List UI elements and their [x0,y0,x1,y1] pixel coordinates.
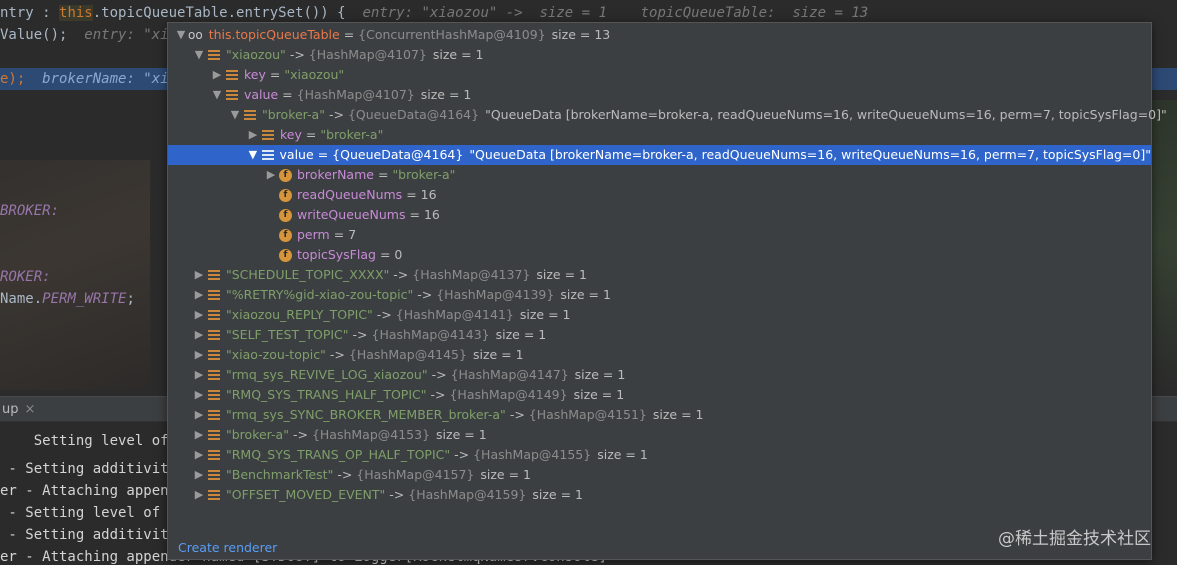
variable-size: size = 13 [551,27,611,42]
field-icon [244,110,256,120]
object-field-icon: f [279,248,292,262]
chevron-right-icon[interactable]: ▶ [192,445,206,465]
field-icon [208,310,220,320]
console-line: er - Attaching append [0,483,178,499]
chevron-right-icon[interactable]: ▶ [192,405,206,425]
chevron-right-icon[interactable]: ▶ [192,265,206,285]
field-icon [208,290,220,300]
object-field-icon: f [279,228,292,242]
field-icon [208,330,220,340]
tree-row-topic[interactable]: ▶ "%RETRY%gid-xiao-zou-topic" -> {HashMap@4… [192,285,611,305]
object-field-icon: f [279,188,292,202]
tree-row-topic[interactable]: ▶ "broker-a" -> {HashMap@4153} size = 1 [192,425,487,445]
tree-row-entry-value[interactable]: ▼ value = {HashMap@4107} size = 1 [210,85,472,105]
chevron-right-icon[interactable]: ▶ [192,325,206,345]
chevron-right-icon[interactable]: ▶ [192,385,206,405]
field-icon [208,450,220,460]
code-line-6: Name.PERM_WRITE; [0,291,135,307]
field-icon [208,350,220,360]
code-line-2: Value(); entry: "xi [0,27,169,43]
field-icon [208,430,220,440]
variable-type: {ConcurrentHashMap@4109} [358,27,546,42]
chevron-right-icon[interactable]: ▶ [264,165,278,185]
chevron-right-icon[interactable]: ▶ [192,345,206,365]
console-line: - Setting additivity [0,527,178,543]
chevron-right-icon[interactable]: ▶ [210,65,224,85]
chevron-down-icon[interactable]: ▼ [210,85,224,105]
field-icon [262,130,274,140]
chevron-down-icon[interactable]: ▼ [246,145,260,165]
chevron-right-icon[interactable]: ▶ [192,425,206,445]
tree-row-root[interactable]: ▼ oo this.topicQueueTable = {ConcurrentH… [174,25,610,45]
field-icon [208,470,220,480]
close-icon[interactable]: × [25,402,36,417]
chevron-down-icon[interactable]: ▼ [228,105,242,125]
chevron-right-icon[interactable]: ▶ [192,465,206,485]
field-icon [208,390,220,400]
tool-window-tab[interactable]: up × [0,397,35,423]
tree-row-inner-entry[interactable]: ▼ "broker-a" -> {QueueData@4164} "QueueD… [228,105,1167,125]
field-icon [208,50,220,60]
tree-row-topic[interactable]: ▶ "xiao-zou-topic" -> {HashMap@4145} size = … [192,345,524,365]
tree-row-topic[interactable]: ▶ "SELF_TEST_TOPIC" -> {HashMap@4143} size =… [192,325,546,345]
code-line-1: ntry : this.topicQueueTable.entrySet()) … [0,5,869,21]
tree-row-entry[interactable]: ▼ "xiaozou" -> {HashMap@4107} size = 1 [192,45,484,65]
chevron-right-icon[interactable]: ▶ [192,285,206,305]
tree-row-topic[interactable]: ▶ "BenchmarkTest" -> {HashMap@4157} size = 1 [192,465,531,485]
field-icon [208,370,220,380]
tree-row-topic[interactable]: ▶ "SCHEDULE_TOPIC_XXXX" -> {HashMap@4137} si… [192,265,587,285]
tree-row-topic[interactable]: ▶ "RMQ_SYS_TRANS_OP_HALF_TOPIC" -> {HashMap… [192,445,648,465]
field-icon [226,70,238,80]
object-field-icon: f [279,208,292,222]
tree-row-field[interactable]: f readQueueNums = 16 [264,185,437,205]
tree-row-field[interactable]: f topicSysFlag = 0 [264,245,402,265]
tree-row-inner-value-selected[interactable]: ▼ value = {QueueData@4164} "QueueData [b… [168,145,1151,165]
tree-row-topic[interactable]: ▶ "RMQ_SYS_TRANS_HALF_TOPIC" -> {HashMap@41… [192,385,624,405]
chevron-right-icon[interactable]: ▶ [192,365,206,385]
tree-row-entry-key[interactable]: ▶ key = "xiaozou" [210,65,344,85]
code-line-4: BROKER: [0,203,60,219]
chevron-down-icon[interactable]: ▼ [174,25,188,45]
field-icon [208,490,220,500]
console-line: - Setting additivity [0,461,178,477]
console-line: - Setting level of l [0,505,178,521]
variable-name: this.topicQueueTable [208,27,340,42]
chevron-right-icon[interactable]: ▶ [246,125,260,145]
chevron-right-icon[interactable]: ▶ [192,485,206,505]
tree-row-field[interactable]: ▶ f brokerName = "broker-a" [264,165,456,185]
debugger-value-popup[interactable]: ▼ oo this.topicQueueTable = {ConcurrentH… [167,22,1167,560]
tree-row-topic[interactable]: ▶ "rmq_sys_REVIVE_LOG_xiaozou" -> {HashMap@… [192,365,626,385]
field-icon [261,150,274,160]
chevron-down-icon[interactable]: ▼ [192,45,206,65]
tree-row-field[interactable]: f writeQueueNums = 16 [264,205,440,225]
object-field-icon: f [279,168,292,182]
code-line-5: ROKER: [0,269,51,285]
console-line: Setting level of l [0,433,186,449]
create-renderer-link[interactable]: Create renderer [178,540,277,555]
field-icon [208,410,220,420]
tree-row-inner-key[interactable]: ▶ key = "broker-a" [246,125,384,145]
tree-row-topic[interactable]: ▶ "rmq_sys_SYNC_BROKER_MEMBER_broker-a" ->… [192,405,704,425]
watermark: @稀土掘金技术社区 [998,529,1151,549]
tree-row-topic[interactable]: ▶ "OFFSET_MOVED_EVENT" -> {HashMap@4159} siz… [192,485,583,505]
field-icon [208,270,220,280]
chevron-right-icon[interactable]: ▶ [192,305,206,325]
tree-row-field[interactable]: f perm = 7 [264,225,356,245]
field-icon [226,90,238,100]
tree-row-topic[interactable]: ▶ "xiaozou_REPLY_TOPIC" -> {HashMap@4141} si… [192,305,571,325]
glasses-icon: oo [188,28,203,42]
